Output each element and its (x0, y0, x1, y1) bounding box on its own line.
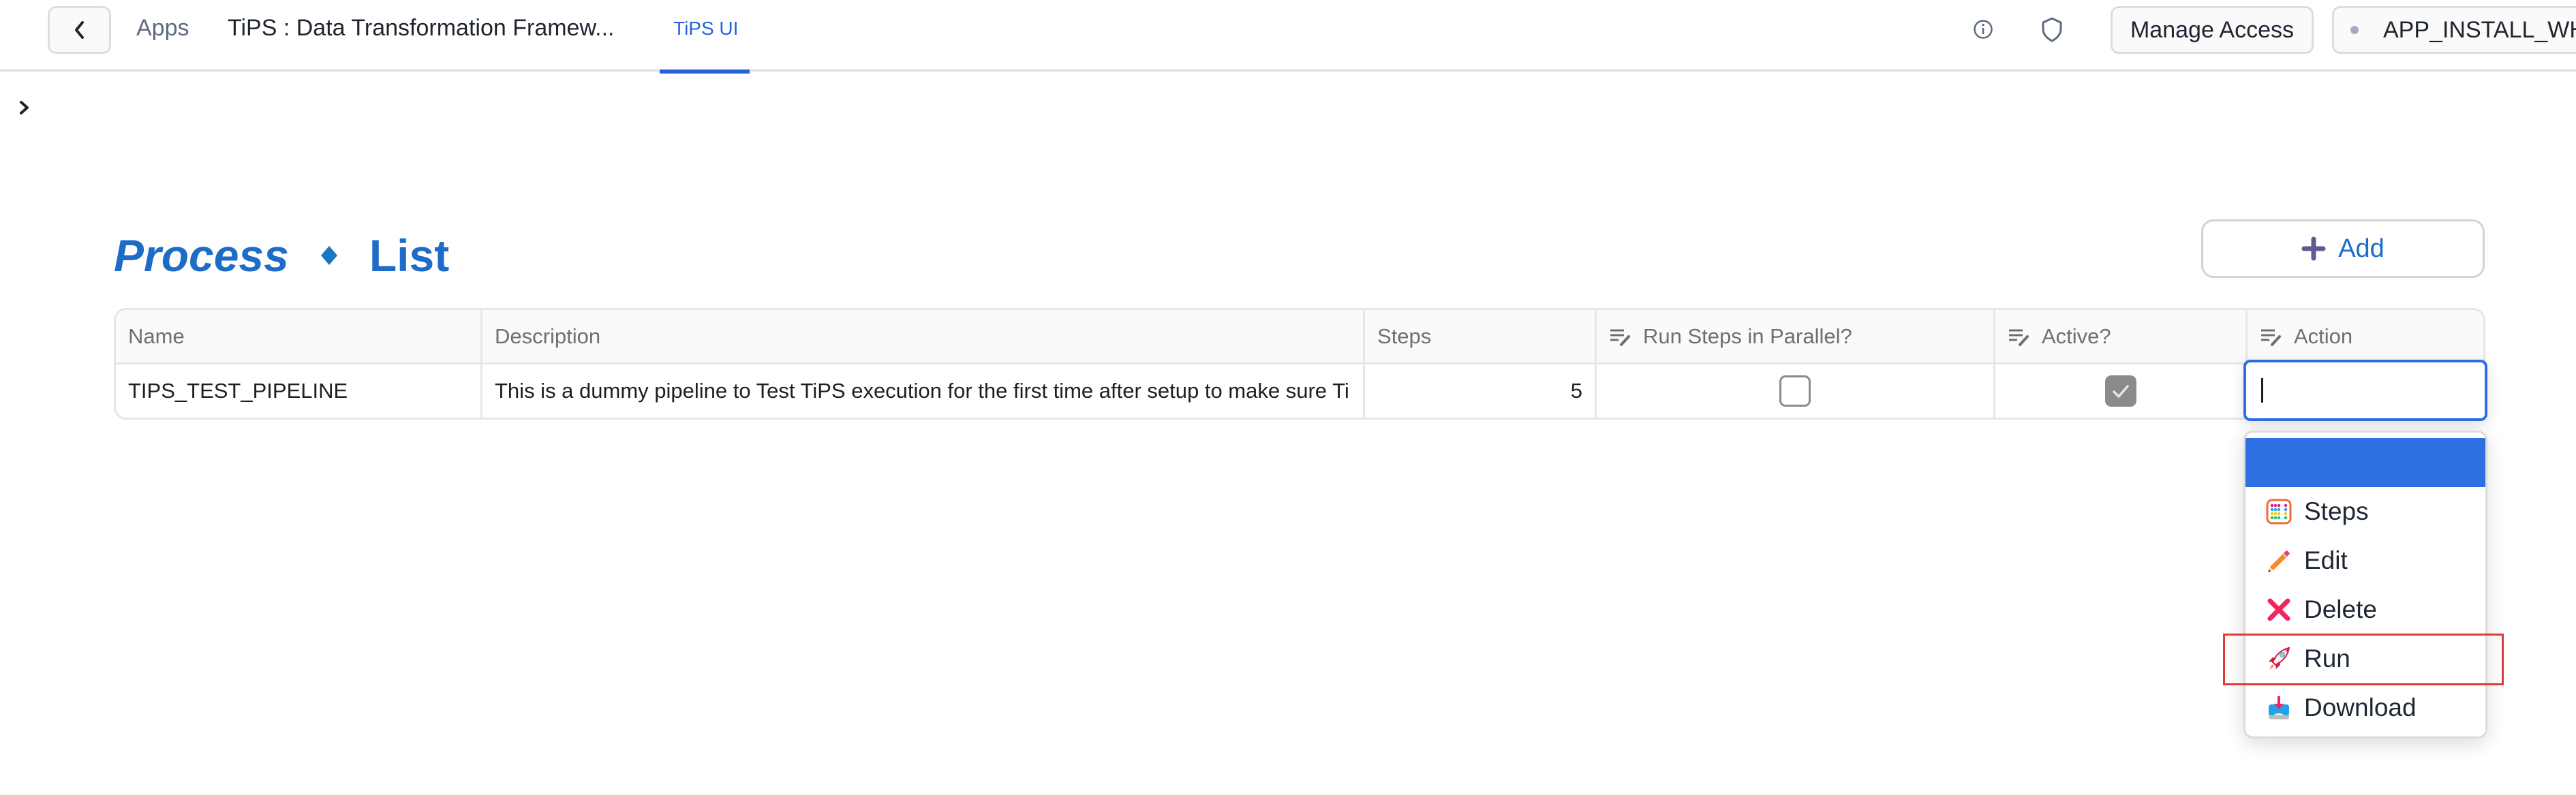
pencil-icon (2268, 550, 2290, 572)
cell-steps[interactable]: 5 (1365, 364, 1597, 418)
column-header-active[interactable]: Active? (1995, 310, 2248, 362)
dropdown-option-download[interactable]: Download (2245, 683, 2485, 732)
editable-column-icon (1610, 329, 1630, 346)
add-button-label: Add (2338, 234, 2385, 263)
dropdown-option-steps[interactable]: Steps (2245, 487, 2485, 536)
table-header: Name Description Steps Run Steps in Para… (116, 310, 2483, 364)
chevron-left-icon (74, 21, 84, 39)
option-label: Delete (2304, 595, 2377, 623)
info-icon[interactable] (1973, 19, 1993, 40)
column-header-name[interactable]: Name (116, 310, 482, 362)
column-label: Active? (2042, 324, 2111, 348)
dropdown-option-empty[interactable] (2245, 438, 2485, 487)
tab-label: TiPS UI (673, 18, 739, 39)
column-label: Run Steps in Parallel? (1643, 324, 1852, 348)
top-bar: Apps TiPS : Data Transformation Framew..… (0, 0, 2576, 74)
column-header-description[interactable]: Description (482, 310, 1365, 362)
process-table: Name Description Steps Run Steps in Para… (114, 308, 2485, 420)
table-row[interactable]: TIPS_TEST_PIPELINE This is a dummy pipel… (116, 364, 2483, 418)
tab-tips-ui[interactable]: TiPS UI (660, 0, 750, 74)
column-label: Action (2294, 324, 2353, 348)
editable-column-icon (2261, 329, 2281, 346)
option-label: Run (2304, 644, 2350, 672)
plus-icon (2301, 236, 2326, 261)
cell-active[interactable] (1995, 364, 2248, 418)
cell-run-steps-in-parallel[interactable] (1597, 364, 1995, 418)
cell-name[interactable]: TIPS_TEST_PIPELINE (116, 364, 482, 418)
option-label: Steps (2304, 497, 2369, 525)
active-checkbox[interactable] (2104, 375, 2136, 407)
manage-access-label: Manage Access (2130, 16, 2295, 43)
column-header-steps[interactable]: Steps (1365, 310, 1597, 362)
chevron-right-icon[interactable] (16, 97, 33, 118)
warehouse-label: APP_INSTALL_WH (2383, 16, 2576, 43)
dropdown-option-delete[interactable]: Delete (2245, 585, 2485, 634)
back-button[interactable] (48, 6, 111, 54)
text-caret (2261, 378, 2263, 403)
dropdown-option-run[interactable]: Run (2245, 634, 2485, 683)
column-label: Steps (1377, 324, 1432, 348)
shield-icon[interactable] (2040, 16, 2064, 42)
inbox-download-icon (2269, 696, 2289, 719)
column-label: Name (128, 324, 185, 348)
cross-mark-icon (2267, 598, 2290, 621)
run-in-parallel-checkbox[interactable] (1779, 375, 1811, 407)
action-select-input[interactable] (2243, 360, 2487, 421)
breadcrumb-app-name[interactable]: TiPS : Data Transformation Framew... (228, 15, 614, 42)
title-process: Process (114, 230, 289, 281)
rocket-icon (2269, 646, 2290, 670)
action-dropdown: Steps Edit Delete Run Download (2243, 431, 2487, 738)
dropdown-option-edit[interactable]: Edit (2245, 536, 2485, 585)
column-header-run-steps-in-parallel[interactable]: Run Steps in Parallel? (1597, 310, 1995, 362)
option-label: Download (2304, 693, 2417, 721)
editable-column-icon (2009, 329, 2029, 346)
page-title: Process List (114, 228, 449, 283)
manage-access-button[interactable]: Manage Access (2111, 6, 2314, 54)
warehouse-selector[interactable]: APP_INSTALL_WH (2332, 6, 2576, 54)
option-label: Edit (2304, 546, 2348, 574)
abacus-icon (2266, 499, 2292, 525)
active-tab-indicator (660, 69, 750, 74)
column-label: Description (495, 324, 601, 348)
column-header-action[interactable]: Action (2248, 310, 2483, 362)
diamond-icon (320, 246, 337, 265)
title-list: List (369, 230, 450, 281)
breadcrumb-apps[interactable]: Apps (136, 15, 189, 42)
checkmark-icon (2112, 385, 2129, 398)
cell-description[interactable]: This is a dummy pipeline to Test TiPS ex… (482, 364, 1365, 418)
add-button[interactable]: Add (2201, 219, 2485, 278)
status-dot-icon (2350, 26, 2359, 34)
